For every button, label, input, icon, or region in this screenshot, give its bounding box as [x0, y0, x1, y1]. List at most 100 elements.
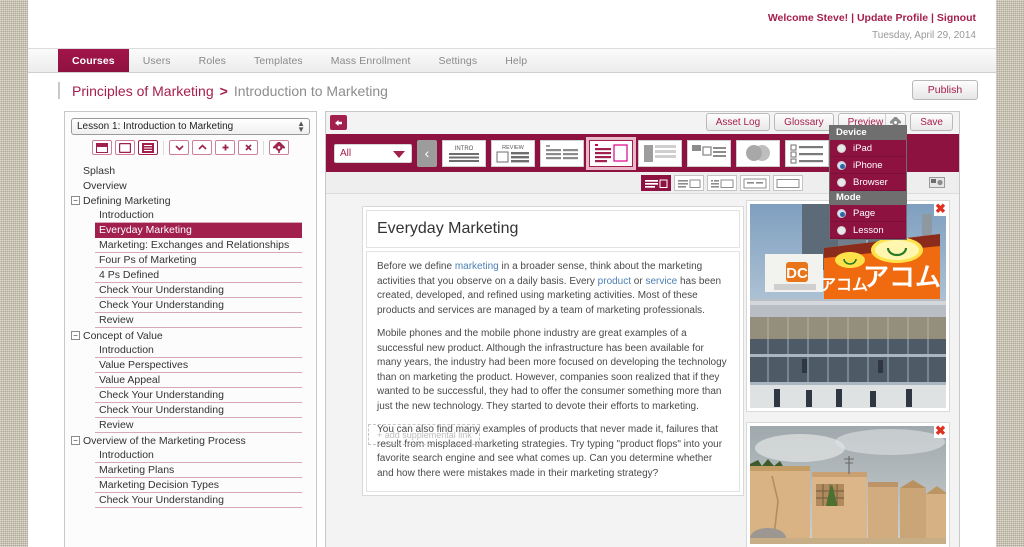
nav-tab-users[interactable]: Users: [129, 49, 185, 72]
remove-image-2-icon[interactable]: ✖: [934, 424, 947, 438]
template-sidebar[interactable]: [638, 139, 682, 167]
blank-page-icon[interactable]: [115, 140, 135, 155]
delete-icon[interactable]: [238, 140, 258, 155]
back-arrow-icon[interactable]: [330, 115, 347, 130]
tree-node[interactable]: Marketing: Exchanges and Relationships: [65, 238, 316, 253]
tree-node-label: Check Your Understanding: [95, 388, 302, 403]
tree-node[interactable]: Marketing Plans: [65, 463, 316, 478]
template-filter-select[interactable]: All: [334, 143, 412, 163]
svg-text:INTRO: INTRO: [455, 146, 474, 152]
tree-node[interactable]: Review: [65, 418, 316, 433]
radio-lesson-icon[interactable]: [837, 225, 846, 235]
inline-glossary-link[interactable]: service: [645, 276, 677, 287]
radio-page-icon[interactable]: [837, 208, 846, 218]
nav-tab-courses[interactable]: Courses: [58, 49, 129, 72]
tree-node-label: Four Ps of Marketing: [95, 253, 302, 268]
tree-node[interactable]: Check Your Understanding: [65, 388, 316, 403]
add-supplemental-link-button[interactable]: + add supplemental link: [368, 424, 480, 445]
nav-tab-settings[interactable]: Settings: [424, 49, 491, 72]
tree-collapse-icon[interactable]: −: [71, 436, 80, 445]
layout-text-box[interactable]: [674, 175, 704, 191]
tree-node[interactable]: Overview: [65, 178, 316, 193]
glossary-button[interactable]: Glossary: [774, 113, 834, 131]
nav-tab-roles[interactable]: Roles: [185, 49, 240, 72]
body-text-run: Before we define: [377, 261, 455, 272]
template-text-image[interactable]: [586, 136, 636, 170]
tree-node-label: Introduction: [95, 343, 302, 358]
signout-link[interactable]: Signout: [937, 12, 976, 24]
tree-collapse-icon[interactable]: −: [71, 196, 80, 205]
mode-option-lesson[interactable]: Lesson: [830, 222, 906, 239]
tree-node[interactable]: Four Ps of Marketing: [65, 253, 316, 268]
layout-title-box[interactable]: [707, 175, 737, 191]
asset-log-button[interactable]: Asset Log: [705, 113, 771, 131]
tree-node[interactable]: Check Your Understanding: [65, 493, 316, 508]
save-button[interactable]: Save: [910, 113, 953, 131]
tree-node[interactable]: Splash: [65, 163, 316, 178]
content-page-icon[interactable]: [138, 140, 158, 155]
tree-node[interactable]: Review: [65, 313, 316, 328]
tree-node-label: Review: [95, 313, 302, 328]
mode-section-header: Mode: [830, 191, 906, 205]
tree-collapse-icon[interactable]: −: [71, 331, 80, 340]
photo-2: [750, 426, 946, 544]
update-profile-link[interactable]: Update Profile: [857, 12, 928, 24]
tree-node[interactable]: Introduction: [65, 208, 316, 223]
tree-node[interactable]: Everyday Marketing: [65, 223, 316, 238]
remove-image-1-icon[interactable]: ✖: [934, 202, 947, 216]
breadcrumb-course[interactable]: Principles of Marketing: [72, 83, 214, 99]
radio-ipad-icon[interactable]: [837, 143, 846, 153]
template-review[interactable]: REVIEW: [491, 139, 535, 167]
add-icon[interactable]: [215, 140, 235, 155]
settings-gear-icon[interactable]: [269, 140, 289, 155]
tree-node[interactable]: − Defining Marketing: [65, 193, 316, 208]
page-title[interactable]: Everyday Marketing: [366, 210, 740, 248]
template-checklist[interactable]: [785, 139, 829, 167]
device-option-browser-label: Browser: [853, 176, 888, 188]
template-image-text-list[interactable]: [687, 139, 731, 167]
image-adobe-building[interactable]: ✖: [746, 422, 950, 547]
inline-glossary-link[interactable]: marketing: [455, 261, 499, 272]
tree-node[interactable]: Value Appeal: [65, 373, 316, 388]
tree-node[interactable]: Check Your Understanding: [65, 283, 316, 298]
lesson-select-value: Lesson 1: Introduction to Marketing: [77, 121, 234, 132]
layout-text-left-image-right[interactable]: [641, 175, 671, 191]
device-section-header: Device: [830, 126, 906, 140]
layout-split-line[interactable]: [740, 175, 770, 191]
tree-node[interactable]: Introduction: [65, 343, 316, 358]
nav-tab-help[interactable]: Help: [491, 49, 541, 72]
tree-node[interactable]: Marketing Decision Types: [65, 478, 316, 493]
template-two-column-text[interactable]: [540, 139, 584, 167]
tree-node[interactable]: − Overview of the Marketing Process: [65, 433, 316, 448]
tree-node[interactable]: Check Your Understanding: [65, 403, 316, 418]
device-mode-flyout: Device iPad iPhone Browser Mode Page Les…: [829, 125, 907, 240]
tree-node[interactable]: − Concept of Value: [65, 328, 316, 343]
tree-node[interactable]: 4 Ps Defined: [65, 268, 316, 283]
inline-glossary-link[interactable]: product: [598, 276, 631, 287]
mode-option-page[interactable]: Page: [830, 205, 906, 222]
breadcrumb-accent-bar: [58, 82, 60, 99]
template-prev-button[interactable]: ‹: [417, 139, 437, 167]
tree-node[interactable]: Introduction: [65, 448, 316, 463]
publish-button[interactable]: Publish: [912, 80, 978, 100]
page-body-text[interactable]: Before we define marketing in a broader …: [366, 251, 740, 492]
device-option-iphone[interactable]: iPhone: [830, 157, 906, 174]
move-up-icon[interactable]: [192, 140, 212, 155]
tree-node[interactable]: Value Perspectives: [65, 358, 316, 373]
template-venn[interactable]: [736, 139, 780, 167]
radio-browser-icon[interactable]: [837, 177, 846, 187]
nav-tab-mass-enrollment[interactable]: Mass Enrollment: [317, 49, 425, 72]
page-header: Welcome Steve! | Update Profile | Signou…: [28, 0, 996, 48]
media-camera-icon[interactable]: [929, 175, 945, 192]
toolbar-divider-1: [163, 140, 164, 155]
lesson-select[interactable]: Lesson 1: Introduction to Marketing ▲ ▼: [71, 118, 310, 135]
nav-tab-templates[interactable]: Templates: [240, 49, 317, 72]
tree-node[interactable]: Check Your Understanding: [65, 298, 316, 313]
device-option-browser[interactable]: Browser: [830, 174, 906, 191]
layout-full-box[interactable]: [773, 175, 803, 191]
device-option-ipad[interactable]: iPad: [830, 140, 906, 157]
page-layout-icon[interactable]: [92, 140, 112, 155]
radio-iphone-icon[interactable]: [837, 160, 846, 170]
move-down-icon[interactable]: [169, 140, 189, 155]
template-intro[interactable]: INTRO: [442, 139, 486, 167]
